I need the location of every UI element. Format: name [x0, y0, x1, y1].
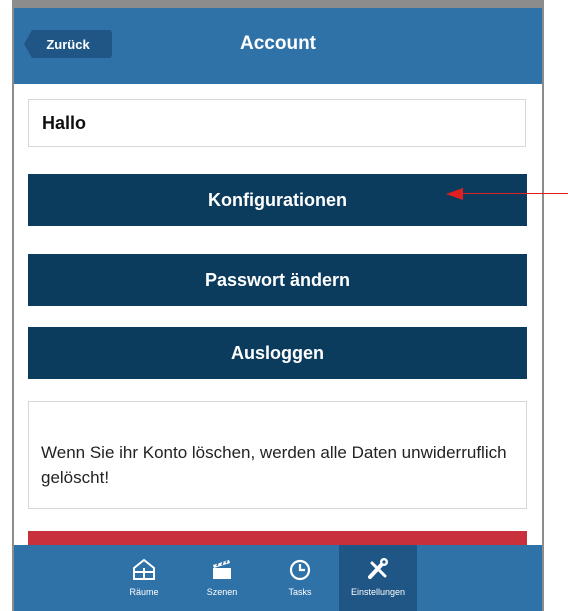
tab-settings[interactable]: Einstellungen: [339, 545, 417, 611]
tab-label: Einstellungen: [350, 587, 406, 597]
change-password-button[interactable]: Passwort ändern: [28, 254, 527, 306]
clapperboard-icon: [213, 560, 231, 579]
annotation-arrow-line: [462, 193, 568, 194]
app-screen: Account Zurück Hallo Konfigurationen Pas…: [14, 8, 542, 611]
device-frame: Account Zurück Hallo Konfigurationen Pas…: [12, 0, 544, 611]
navigation-bar: Account Zurück: [14, 8, 542, 84]
tab-rooms[interactable]: Räume: [105, 545, 183, 611]
house-icon: [133, 558, 155, 580]
clock-icon: [289, 559, 311, 581]
logout-button[interactable]: Ausloggen: [28, 327, 527, 379]
tab-bar: Räume Szenen Tasks Einstellungen: [14, 545, 542, 611]
tools-icon: [368, 558, 388, 579]
tab-label: Szenen: [206, 587, 238, 597]
delete-warning-text: Wenn Sie ihr Konto löschen, werden alle …: [41, 443, 507, 487]
tab-label: Räume: [129, 587, 159, 597]
tab-label: Tasks: [288, 587, 312, 597]
tab-scenes[interactable]: Szenen: [183, 545, 261, 611]
tab-tasks[interactable]: Tasks: [261, 545, 339, 611]
greeting-field: Hallo: [28, 99, 526, 147]
delete-warning-box: Wenn Sie ihr Konto löschen, werden alle …: [28, 401, 527, 509]
configurations-button[interactable]: Konfigurationen: [28, 174, 527, 226]
back-button[interactable]: Zurück: [24, 30, 112, 58]
annotation-arrow-head: [446, 188, 463, 200]
